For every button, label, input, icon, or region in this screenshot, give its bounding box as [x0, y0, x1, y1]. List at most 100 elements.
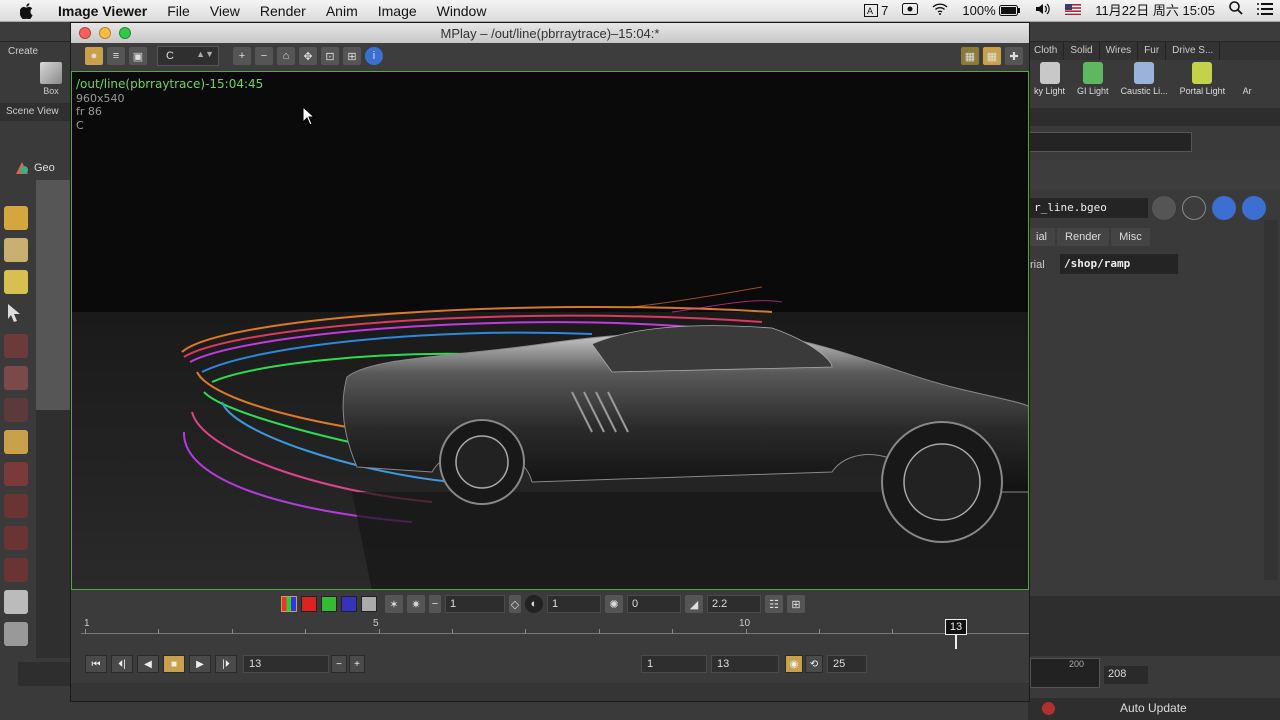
caustic-light-tool[interactable]: Caustic Li...: [1115, 60, 1174, 104]
jump-start-button[interactable]: ⏮: [85, 655, 107, 673]
red-channel-icon[interactable]: [301, 596, 317, 612]
field3-input[interactable]: 0: [627, 595, 681, 613]
auto-update-select[interactable]: Auto Update: [1120, 701, 1187, 715]
blue-channel-icon[interactable]: [341, 596, 357, 612]
region-icon[interactable]: ⊞: [343, 47, 361, 65]
menu-image[interactable]: Image: [368, 0, 427, 22]
frame-decrement-button[interactable]: −: [331, 655, 347, 673]
menu-view[interactable]: View: [200, 0, 250, 22]
lut-icon[interactable]: ☷: [765, 595, 783, 613]
shelf-tab-cloth[interactable]: Cloth: [1028, 42, 1065, 60]
portal-light-tool[interactable]: Portal Light: [1174, 60, 1232, 104]
gamma-icon[interactable]: ◢: [685, 595, 703, 613]
field2-input[interactable]: 1: [547, 595, 601, 613]
notes-tool-icon[interactable]: [4, 590, 28, 614]
box-tool[interactable]: Box: [34, 62, 68, 102]
tab-misc[interactable]: Misc: [1111, 228, 1150, 246]
magnet-tool-icon[interactable]: [4, 462, 28, 486]
stop-button[interactable]: ■: [163, 655, 185, 673]
spotlight-icon[interactable]: [1222, 0, 1250, 22]
play-reverse-button[interactable]: ◀: [137, 655, 159, 673]
menu-window[interactable]: Window: [427, 0, 497, 22]
path-dropdown[interactable]: [1028, 132, 1192, 152]
home-icon[interactable]: ⌂: [277, 47, 295, 65]
pose-tool-icon[interactable]: [4, 366, 28, 390]
current-frame-marker[interactable]: 13: [945, 619, 967, 635]
move-tool-icon[interactable]: [4, 238, 28, 262]
window-titlebar[interactable]: MPlay – /out/line(pbrraytrace)–15:04:*: [71, 23, 1029, 43]
menu-anim[interactable]: Anim: [316, 0, 368, 22]
play-forward-button[interactable]: ▶: [189, 655, 211, 673]
shelf-tab-solid[interactable]: Solid: [1064, 42, 1100, 60]
info-icon[interactable]: i: [365, 47, 383, 65]
magnet4-tool-icon[interactable]: [4, 558, 28, 582]
battery-status[interactable]: 100%: [955, 0, 1028, 22]
monitor-icon[interactable]: ▣: [129, 47, 147, 65]
zoom-out-icon[interactable]: −: [255, 47, 273, 65]
screen-record-icon[interactable]: [895, 0, 925, 22]
realtime-toggle[interactable]: ◉: [785, 655, 803, 673]
frame-increment-button[interactable]: +: [349, 655, 365, 673]
rotate-tool-icon[interactable]: [4, 270, 28, 294]
gamma-input[interactable]: 2.2: [707, 595, 761, 613]
transform-tool-icon[interactable]: [4, 430, 28, 454]
expand-icon[interactable]: ✚: [1005, 47, 1023, 65]
sky-light-tool[interactable]: ky Light: [1028, 60, 1071, 104]
step-forward-button[interactable]: |⏵: [215, 655, 237, 673]
info-icon[interactable]: [1212, 196, 1236, 220]
tab-render[interactable]: Render: [1057, 228, 1110, 246]
field1-decrement[interactable]: −: [429, 595, 441, 613]
help-icon[interactable]: [1242, 196, 1266, 220]
zoom-in-icon[interactable]: +: [233, 47, 251, 65]
sparkle-icon[interactable]: ✶: [385, 595, 403, 613]
brush-tool-icon[interactable]: [4, 398, 28, 422]
shop-path-field[interactable]: /shop/ramp: [1060, 254, 1178, 274]
field1-input[interactable]: 1: [445, 595, 505, 613]
file-field[interactable]: r_line.bgeo: [1028, 198, 1148, 218]
image-viewport[interactable]: /out/line(pbrraytrace)-15:04:45 960x540 …: [71, 71, 1029, 590]
gear-icon[interactable]: [1152, 196, 1176, 220]
apple-menu-icon[interactable]: [18, 2, 36, 20]
menu-render[interactable]: Render: [250, 0, 316, 22]
menu-file[interactable]: File: [157, 0, 200, 22]
brightness-icon[interactable]: ✺: [605, 595, 623, 613]
end-frame-field[interactable]: 208: [1104, 666, 1148, 684]
houdini-h-icon[interactable]: [1182, 196, 1206, 220]
param-scrollbar[interactable]: [1264, 220, 1278, 580]
flag-icon[interactable]: [1058, 0, 1088, 22]
zoom-button[interactable]: [119, 27, 131, 39]
volume-icon[interactable]: [1028, 0, 1058, 22]
wifi-icon[interactable]: [925, 0, 955, 22]
camera-tool-icon[interactable]: [4, 622, 28, 646]
loop-toggle[interactable]: ⟲: [805, 655, 823, 673]
range-start-input[interactable]: 1: [641, 655, 707, 673]
minimize-button[interactable]: [99, 27, 111, 39]
scene-view-tab[interactable]: Scene View: [0, 103, 70, 121]
shelf-tab-fur[interactable]: Fur: [1138, 42, 1167, 60]
alpha-channel-icon[interactable]: [361, 596, 377, 612]
histogram-icon[interactable]: ⊞: [787, 595, 805, 613]
stop-icon[interactable]: [1042, 702, 1055, 715]
channel-select[interactable]: C ▲▼: [157, 46, 219, 66]
handle-tool-icon[interactable]: [4, 334, 28, 358]
shelf-tab-create[interactable]: Create: [8, 46, 38, 57]
display-mode-icon[interactable]: ●: [85, 47, 103, 65]
magnet2-tool-icon[interactable]: [4, 494, 28, 518]
grid-layout-icon[interactable]: ▦: [983, 47, 1001, 65]
shelf-tab-wires[interactable]: Wires: [1100, 42, 1139, 60]
pan-icon[interactable]: ✥: [299, 47, 317, 65]
arrow-tool-icon[interactable]: [4, 302, 28, 326]
green-channel-icon[interactable]: [321, 596, 337, 612]
range-end-input[interactable]: 13: [711, 655, 779, 673]
checker-icon[interactable]: ▦: [961, 47, 979, 65]
contrast-icon[interactable]: ◐: [525, 595, 543, 613]
app-menu[interactable]: Image Viewer: [48, 0, 157, 22]
fit-icon[interactable]: ⊡: [321, 47, 339, 65]
rgb-channel-icon[interactable]: [281, 596, 297, 612]
clock[interactable]: 11月22日 周六 15:05: [1088, 0, 1222, 22]
shelf-tab-drive[interactable]: Drive S...: [1166, 42, 1221, 60]
notification-center-icon[interactable]: [1250, 0, 1280, 22]
frame-ruler[interactable]: 200: [1030, 658, 1100, 688]
select-tool-icon[interactable]: [4, 206, 28, 230]
sparkle2-icon[interactable]: ✷: [407, 595, 425, 613]
